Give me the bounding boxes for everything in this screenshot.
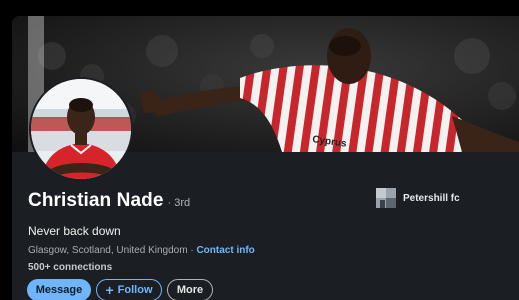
profile-card: Cyprus Christian Nade · 3rd Never back d… <box>12 16 519 300</box>
follow-button[interactable]: + Follow <box>96 279 162 300</box>
connections-count[interactable]: 500+ connections <box>28 262 112 273</box>
profile-page: Cyprus Christian Nade · 3rd Never back d… <box>0 0 519 300</box>
plus-icon: + <box>105 282 114 298</box>
profile-name: Christian Nade <box>28 190 164 211</box>
profile-location: Glasgow, Scotland, United Kingdom <box>28 245 188 256</box>
current-company[interactable]: Petershill fc <box>376 188 460 208</box>
profile-avatar[interactable] <box>29 77 133 181</box>
name-row: Christian Nade · 3rd <box>28 190 190 212</box>
message-button[interactable]: Message <box>27 279 91 300</box>
profile-headline: Never back down <box>28 224 121 238</box>
contact-info-link[interactable]: Contact info <box>196 245 254 256</box>
more-button[interactable]: More <box>167 279 213 300</box>
location-row: Glasgow, Scotland, United Kingdom · Cont… <box>28 245 255 256</box>
company-logo-icon <box>376 188 396 208</box>
profile-actions: Message + Follow More <box>27 279 213 300</box>
company-name: Petershill fc <box>403 192 460 204</box>
connection-degree: · 3rd <box>167 197 191 209</box>
follow-button-label: Follow <box>117 284 153 296</box>
